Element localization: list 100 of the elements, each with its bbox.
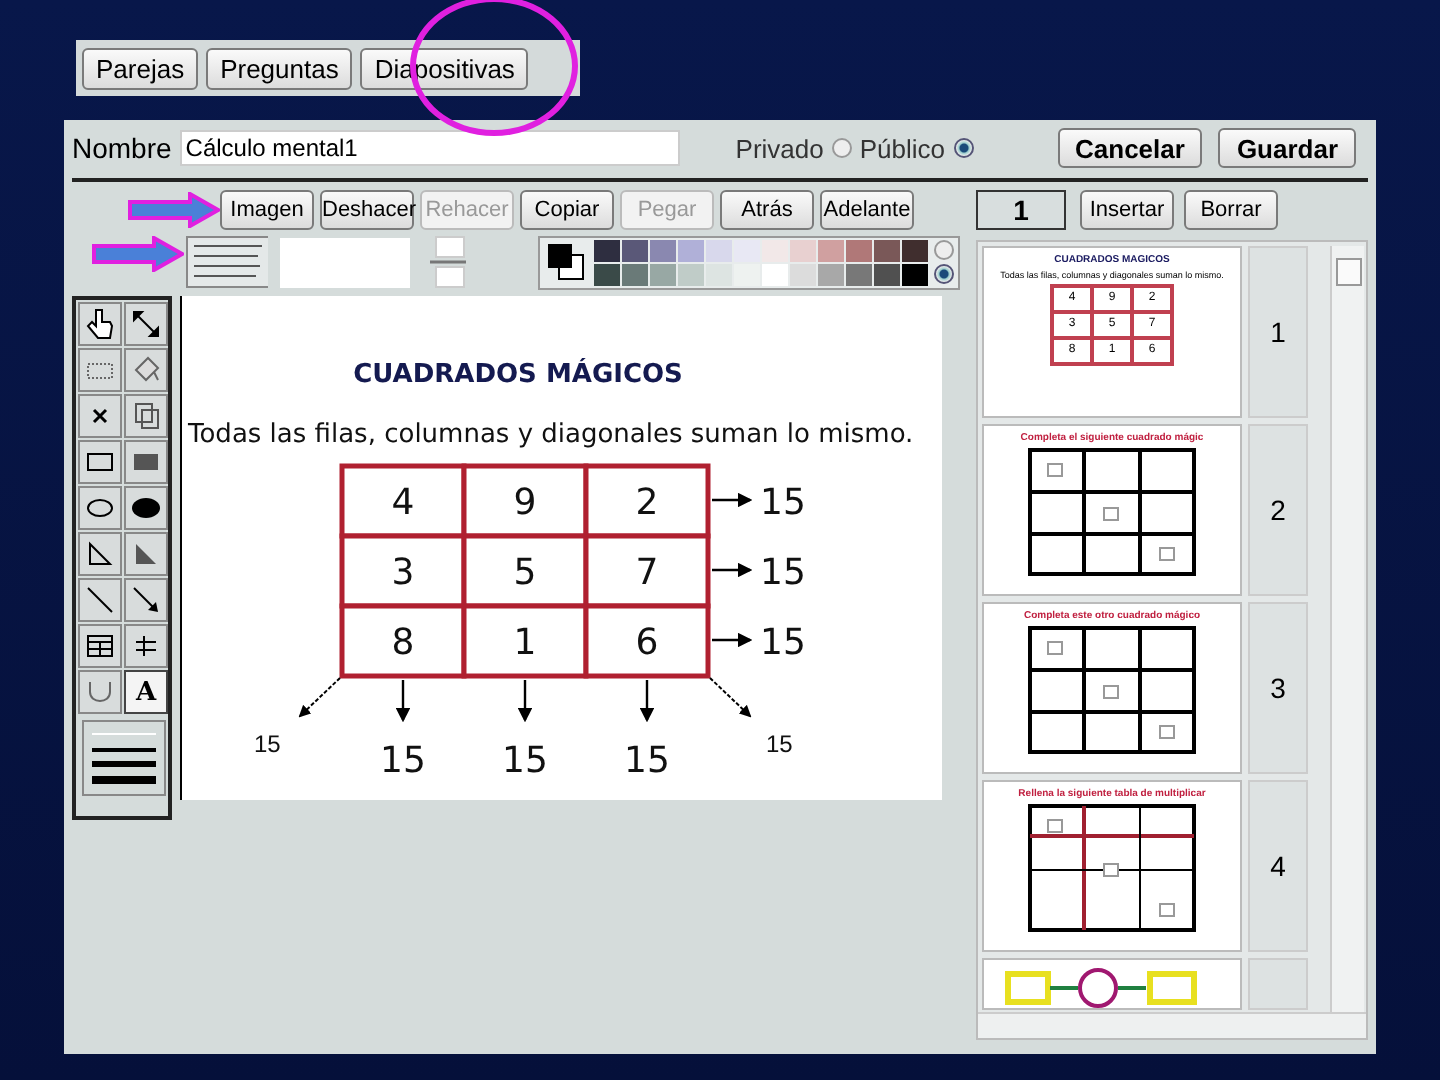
arrow (712, 492, 753, 508)
sum-label: 15 (760, 482, 806, 524)
grid-number: 2 (635, 482, 659, 524)
sum-label: 15 (760, 622, 806, 664)
color-swatch[interactable] (734, 239, 760, 261)
slide-subtitle: Todas las filas, columnas y diagonales suman lo mismo. (188, 420, 914, 450)
text-tool-button[interactable]: A (124, 670, 168, 714)
resize-arrow-icon (130, 308, 162, 340)
color-swatch[interactable] (874, 263, 900, 285)
grid-cell (339, 603, 467, 679)
color-swatch[interactable] (874, 239, 900, 261)
radio-button[interactable] (934, 264, 954, 284)
slide-action-button[interactable]: Borrar (1184, 190, 1278, 230)
radio-button[interactable] (831, 138, 852, 158)
grid-number: 1 (513, 622, 537, 664)
grid-cell (583, 463, 711, 539)
tool-button[interactable] (124, 578, 168, 622)
tool-button[interactable] (78, 394, 122, 438)
tool-button[interactable] (78, 302, 122, 346)
color-swatch[interactable] (622, 263, 648, 285)
font-sample-preview[interactable] (186, 236, 269, 288)
grid-number: 5 (513, 552, 537, 594)
color-swatch[interactable] (846, 263, 872, 285)
arrow (709, 677, 752, 718)
toolbar-button[interactable]: Deshacer (320, 190, 414, 230)
arrow (639, 680, 655, 723)
tool-button[interactable] (124, 624, 168, 668)
sum-label: 15 (502, 740, 548, 782)
color-swatch[interactable] (622, 239, 648, 261)
slide-counter: 1 (976, 190, 1066, 230)
tool-button[interactable] (78, 624, 122, 668)
color-swatch[interactable] (818, 239, 844, 261)
name-label: Nombre (72, 132, 172, 164)
grid-number: 4 (391, 482, 415, 524)
filled-ellipse-icon (130, 492, 162, 524)
color-swatch[interactable] (650, 263, 676, 285)
tool-button[interactable] (124, 302, 168, 346)
toolbar-button[interactable]: Copiar (520, 190, 614, 230)
toolbar-button[interactable]: Atrás (720, 190, 814, 230)
horizontal-scrollbar[interactable] (978, 1012, 1366, 1038)
color-swatch[interactable] (790, 239, 816, 261)
toolbar-button[interactable]: Imagen (220, 190, 314, 230)
tool-button[interactable] (78, 486, 122, 530)
color-swatch[interactable] (678, 239, 704, 261)
color-swatch[interactable] (790, 263, 816, 285)
line-icon (84, 584, 116, 616)
color-swatch[interactable] (734, 263, 760, 285)
grid-number: 8 (391, 622, 415, 664)
filled-triangle-icon (130, 538, 162, 570)
color-swatch[interactable] (902, 239, 928, 261)
tool-button[interactable] (124, 486, 168, 530)
color-swatch[interactable] (594, 263, 620, 285)
slide-number: 1 (1248, 246, 1308, 418)
table-icon (84, 630, 116, 662)
radio-button[interactable] (934, 240, 954, 260)
paint-bucket-icon (130, 354, 162, 386)
radio-button[interactable] (953, 138, 974, 158)
slide-action-button[interactable]: Insertar (1080, 190, 1174, 230)
color-swatch[interactable] (762, 239, 788, 261)
tool-button[interactable] (78, 532, 122, 576)
color-swatch[interactable] (650, 239, 676, 261)
fraction-icon[interactable] (430, 236, 466, 288)
vertical-scrollbar[interactable] (1330, 246, 1364, 1012)
curve-icon (84, 676, 116, 708)
sum-label: 15 (766, 730, 793, 758)
line-weight-icon[interactable] (82, 720, 166, 796)
color-swatch[interactable] (706, 263, 732, 285)
slide-title: CUADRADOS MÁGICOS (353, 360, 683, 390)
color-swatch[interactable] (762, 263, 788, 285)
foreground-background-icon[interactable] (544, 240, 588, 284)
color-swatch[interactable] (706, 239, 732, 261)
slide-number (1248, 958, 1308, 1010)
action-button[interactable]: Cancelar (1057, 128, 1203, 168)
grid-number: 9 (513, 482, 537, 524)
color-swatch[interactable] (902, 263, 928, 285)
grid-cell (461, 463, 589, 539)
color-swatch[interactable] (678, 263, 704, 285)
radio-label: Público (859, 133, 946, 163)
toolbar-button[interactable]: Adelante (820, 190, 914, 230)
grid-cell (583, 603, 711, 679)
tab[interactable]: Parejas (82, 47, 199, 89)
tab[interactable]: Preguntas (206, 47, 353, 89)
color-swatch[interactable] (846, 239, 872, 261)
tool-button[interactable] (78, 578, 122, 622)
color-swatch[interactable] (594, 239, 620, 261)
sum-label: 15 (624, 740, 670, 782)
action-button[interactable]: Guardar (1218, 128, 1357, 168)
arrow-icon (130, 584, 162, 616)
sum-label: 15 (760, 552, 806, 594)
tool-button[interactable] (78, 440, 122, 484)
grid-number: 7 (635, 552, 659, 594)
pointer-arrow-icon (92, 236, 184, 272)
color-swatch[interactable] (818, 263, 844, 285)
slide-thumbnail[interactable] (982, 958, 1242, 1010)
grid-cell (461, 603, 589, 679)
arrow (395, 680, 411, 723)
radio-label: Privado (735, 133, 824, 163)
name-field[interactable]: Cálculo mental1 (179, 130, 680, 166)
hand-pointer-icon (84, 308, 116, 340)
pointer-arrow-icon (128, 192, 220, 228)
